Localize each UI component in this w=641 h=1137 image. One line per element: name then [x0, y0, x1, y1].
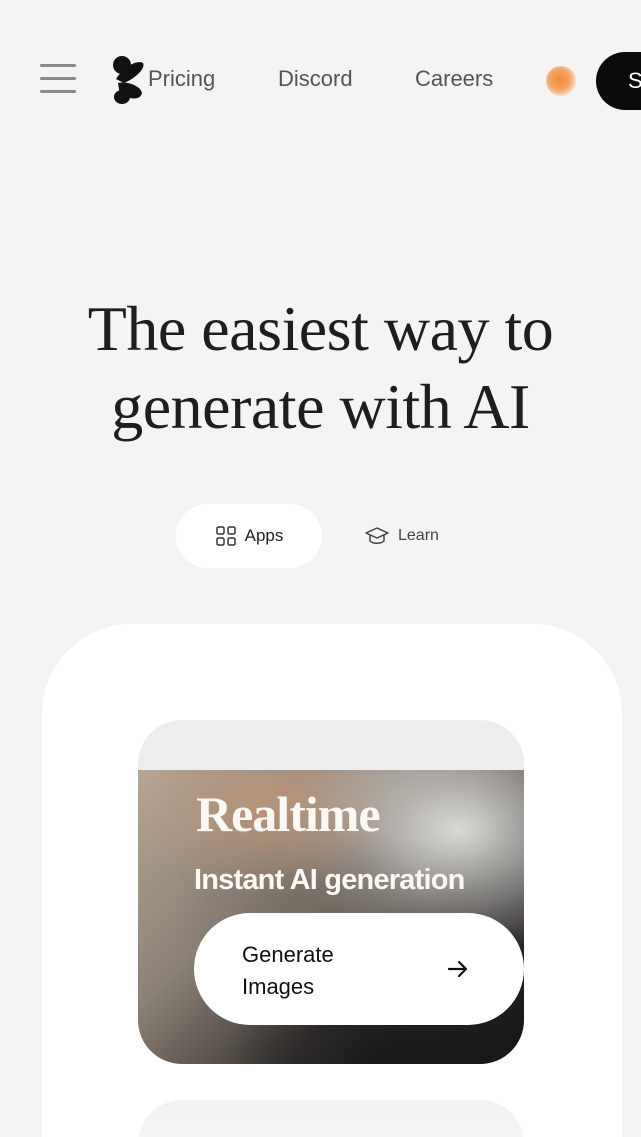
status-orb-icon — [546, 66, 576, 96]
arrow-right-icon — [447, 960, 468, 978]
generate-images-label-line-2: Images — [242, 974, 315, 999]
tab-apps-label: Apps — [244, 526, 284, 545]
feature-title: Realtime — [196, 786, 381, 842]
tab-apps[interactable]: Apps — [176, 504, 322, 568]
menu-line — [40, 90, 76, 93]
nav-link-careers[interactable]: Careers — [415, 66, 493, 92]
generate-images-button[interactable]: Generate Images — [194, 913, 524, 1025]
tab-learn[interactable]: Learn — [364, 504, 464, 568]
page: Pricing Discord Careers Sign up The easi… — [0, 0, 641, 1137]
hero-title-line-1: The easiest way to — [87, 293, 554, 364]
graduation-cap-icon — [365, 527, 389, 544]
hero-title: The easiest way to generate with AI — [0, 290, 641, 446]
signup-button[interactable]: Sign up — [596, 52, 641, 110]
hero-title-line-2: generate with AI — [111, 371, 530, 442]
grid-icon — [215, 526, 236, 546]
hamburger-icon[interactable] — [40, 62, 76, 96]
menu-line — [40, 64, 76, 67]
nav-link-discord[interactable]: Discord — [278, 66, 353, 92]
generate-images-label-line-1: Generate — [242, 942, 334, 967]
top-nav: Pricing Discord Careers Sign up — [0, 0, 641, 160]
tab-learn-label: Learn — [398, 527, 439, 544]
next-app-card[interactable] — [138, 1100, 524, 1137]
menu-line — [40, 77, 76, 80]
krea-logo-icon[interactable] — [112, 55, 146, 105]
generate-images-label: Generate Images — [242, 939, 402, 1003]
feature-subtitle: Instant AI generation — [194, 864, 465, 896]
nav-link-pricing[interactable]: Pricing — [148, 66, 215, 92]
